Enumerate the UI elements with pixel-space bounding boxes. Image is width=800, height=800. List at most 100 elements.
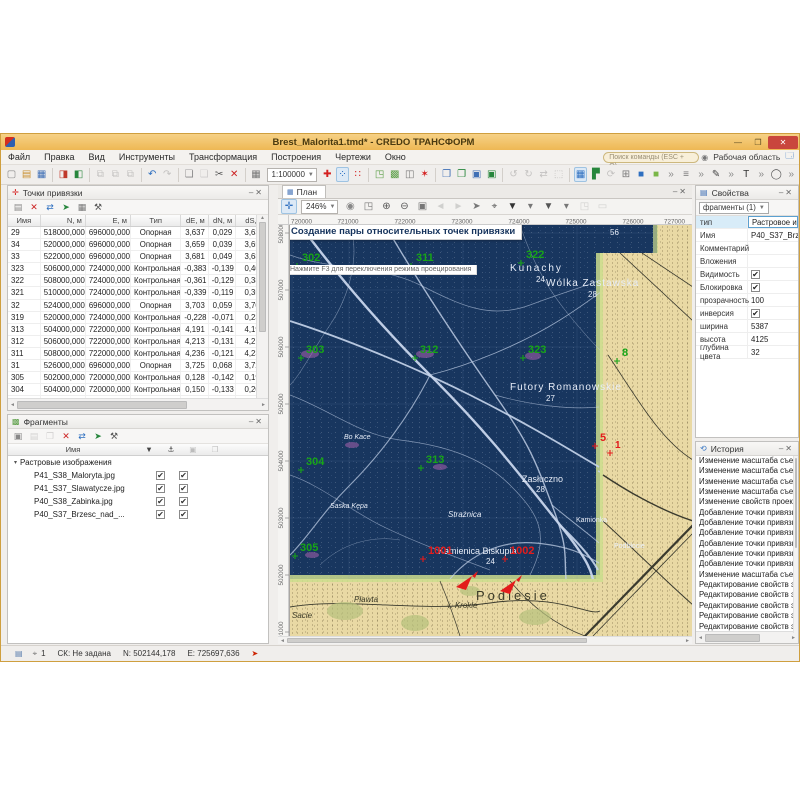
snap-icon[interactable]: ⌖ <box>33 649 38 659</box>
fragments-columns-header[interactable]: Имя ▼ ⚓ ▣ ❐ <box>8 444 268 456</box>
menu-вид[interactable]: Вид <box>82 150 112 165</box>
history-item[interactable]: Редактирование свойств элеме <box>696 601 798 611</box>
plan-hscrollbar[interactable]: ◄ ► <box>278 636 692 644</box>
title-bar[interactable]: Brest_Malorita1.tmd* - CREDO ТРАНСФОРМ —… <box>1 134 799 150</box>
overflow-5[interactable]: » <box>785 167 798 182</box>
overflow-1[interactable]: » <box>665 167 678 182</box>
green-point-label[interactable]: 323 <box>528 344 546 356</box>
overflow-2[interactable]: » <box>695 167 708 182</box>
refresh-icon[interactable]: ⟳ <box>604 167 617 182</box>
sheet-layout-icon[interactable]: ◫ <box>403 167 416 182</box>
history-item[interactable]: Изменение масштаба съемки <box>696 466 798 476</box>
scissors-icon[interactable]: ✂ <box>213 167 226 182</box>
property-row[interactable]: ширина5387 <box>696 320 798 333</box>
fragments-panel-header[interactable]: ▩ Фрагменты –✕ <box>8 415 268 429</box>
column-header-2[interactable]: E, м <box>86 215 131 226</box>
menu-трансформация[interactable]: Трансформация <box>182 150 264 165</box>
green-point-label[interactable]: 303 <box>306 344 324 356</box>
menu-чертежи[interactable]: Чертежи <box>328 150 378 165</box>
list-item[interactable]: P41_S37_Slawatycze.jpg✔✔ <box>8 482 268 495</box>
ellipse-tool-icon[interactable]: ◯ <box>770 167 783 182</box>
import-raster-icon[interactable]: ◨ <box>57 167 70 182</box>
list-item[interactable]: P40_S38_Zabinka.jpg✔✔ <box>8 495 268 508</box>
property-row[interactable]: прозрачность100 <box>696 294 798 307</box>
clean-raster-icon[interactable]: ⊞ <box>619 167 632 182</box>
history-item[interactable]: Изменение масштаба съемки <box>696 477 798 487</box>
pick-fragment-icon[interactable]: ➤ <box>91 430 105 443</box>
table-row[interactable]: 323506000,000724000,000Контрольная-0,383… <box>8 263 268 275</box>
grid-node-icon[interactable]: ▛ <box>589 167 602 182</box>
column-header-4[interactable]: dE, м <box>181 215 208 226</box>
map-canvas[interactable]: 56Kunachy24Wólka Zastawska28Futory Roman… <box>289 225 692 636</box>
minimize-button[interactable]: — <box>728 136 748 149</box>
command-search-input[interactable]: Поиск команды (ESC + Q) <box>603 152 699 163</box>
checkbox[interactable]: ✔ <box>751 283 760 292</box>
column-header-1[interactable]: N, м <box>41 215 86 226</box>
fragment-tools-icon[interactable]: ⚒ <box>107 430 121 443</box>
copy-points-icon[interactable]: ▤ <box>11 201 25 214</box>
green-point-label[interactable]: 322 <box>526 249 544 261</box>
visibility-checkbox[interactable]: ✔ <box>156 497 165 506</box>
table-row[interactable]: 34520000,000696000,000Опорная3,6590,0393… <box>8 239 268 251</box>
visibility-checkbox[interactable]: ✔ <box>179 484 188 493</box>
table-row[interactable]: 319520000,000724000,000Контрольная-0,228… <box>8 312 268 324</box>
copy-doc-icon[interactable]: ❏ <box>198 167 211 182</box>
expander-icon[interactable]: ▾ <box>14 459 17 466</box>
history-item[interactable]: Добавление точки привязки <box>696 549 798 559</box>
fragments-tree[interactable]: ▾Растровые изображенияP41_S38_Maloryta.j… <box>8 456 268 521</box>
red-point-label[interactable]: 1001 <box>428 545 452 557</box>
workspace-label[interactable]: Рабочая область <box>713 152 780 162</box>
list-item[interactable]: P40_S37_Brzesc_nad_...✔✔ <box>8 508 268 521</box>
undo-icon[interactable]: ↶ <box>146 167 159 182</box>
points-hscrollbar[interactable]: ◄ ► <box>8 398 268 410</box>
table-row[interactable]: 304504000,000720000,000Контрольная0,150-… <box>8 384 268 396</box>
table-row[interactable]: 305502000,000720000,000Контрольная0,128-… <box>8 372 268 384</box>
points-vscrollbar[interactable]: ▲ <box>256 215 268 400</box>
frame-a-icon[interactable]: ◳ <box>576 199 592 214</box>
pan-icon[interactable]: ✛ <box>281 199 297 214</box>
zoom-out-icon[interactable]: ⊖ <box>396 199 412 214</box>
table-icon[interactable]: ▦ <box>250 167 263 182</box>
measure-icon[interactable]: ⌖ <box>486 199 502 214</box>
table-row[interactable]: 33522000,000696000,000Опорная3,6810,0493… <box>8 251 268 263</box>
paste-icon[interactable]: ⧉ <box>124 167 137 182</box>
property-row[interactable]: Вложения <box>696 255 798 268</box>
zoom-in-icon[interactable]: ⊕ <box>378 199 394 214</box>
properties-close-icon[interactable]: ✕ <box>785 188 794 197</box>
menu-окно[interactable]: Окно <box>378 150 413 165</box>
add-pair-points-icon[interactable]: ⁘ <box>336 167 349 182</box>
tab-plan[interactable]: ▦ План <box>282 185 326 198</box>
add-fragment-icon[interactable]: ▣ <box>11 430 25 443</box>
table-settings-icon[interactable]: ▦ <box>75 201 89 214</box>
relocate-icon[interactable]: ⇄ <box>43 201 57 214</box>
green-point-label[interactable]: 8 <box>622 347 628 359</box>
history-item[interactable]: Редактирование свойств элеме <box>696 590 798 600</box>
green-point-label[interactable]: 305 <box>300 542 318 554</box>
points-list-icon[interactable]: ∷ <box>351 167 364 182</box>
history-item[interactable]: Добавление точки привязки <box>696 518 798 528</box>
transform-icon[interactable]: ✚ <box>321 167 334 182</box>
visibility-checkbox[interactable]: ✔ <box>156 471 165 480</box>
history-vscrollbar[interactable] <box>793 456 798 633</box>
transform-run-icon[interactable]: ✶ <box>418 167 431 182</box>
zoom-all-icon[interactable]: ▣ <box>414 199 430 214</box>
green-point-label[interactable]: 312 <box>420 344 438 356</box>
menu-построения[interactable]: Построения <box>264 150 328 165</box>
overflow-3[interactable]: » <box>725 167 738 182</box>
points-table-header[interactable]: ИмяN, мE, мТипdE, мdN, мdS, м <box>8 215 268 227</box>
grid-edit-icon[interactable]: ▦ <box>574 167 587 182</box>
workspace-panel-icon[interactable]: 🗔 <box>785 150 794 164</box>
tools-icon[interactable]: ⚒ <box>91 201 105 214</box>
history-close-icon[interactable]: ✕ <box>785 444 794 453</box>
crop-icon[interactable]: ⬚ <box>552 167 565 182</box>
printer-icon[interactable]: ▤ <box>15 649 23 658</box>
filter2-arrow[interactable]: ▾ <box>558 199 574 214</box>
raster-grid-icon[interactable]: ▩ <box>388 167 401 182</box>
open-project-icon[interactable]: ▤ <box>20 167 33 182</box>
view-prev-icon[interactable]: ◄ <box>432 199 448 214</box>
open-fragment-icon[interactable]: ▤ <box>27 430 41 443</box>
visibility-checkbox[interactable]: ✔ <box>179 497 188 506</box>
table-row[interactable]: 31526000,000696000,000Опорная3,7250,0683… <box>8 360 268 372</box>
copy-icon[interactable]: ⧉ <box>109 167 122 182</box>
history-hscrollbar[interactable]: ◄ ► <box>696 631 798 643</box>
